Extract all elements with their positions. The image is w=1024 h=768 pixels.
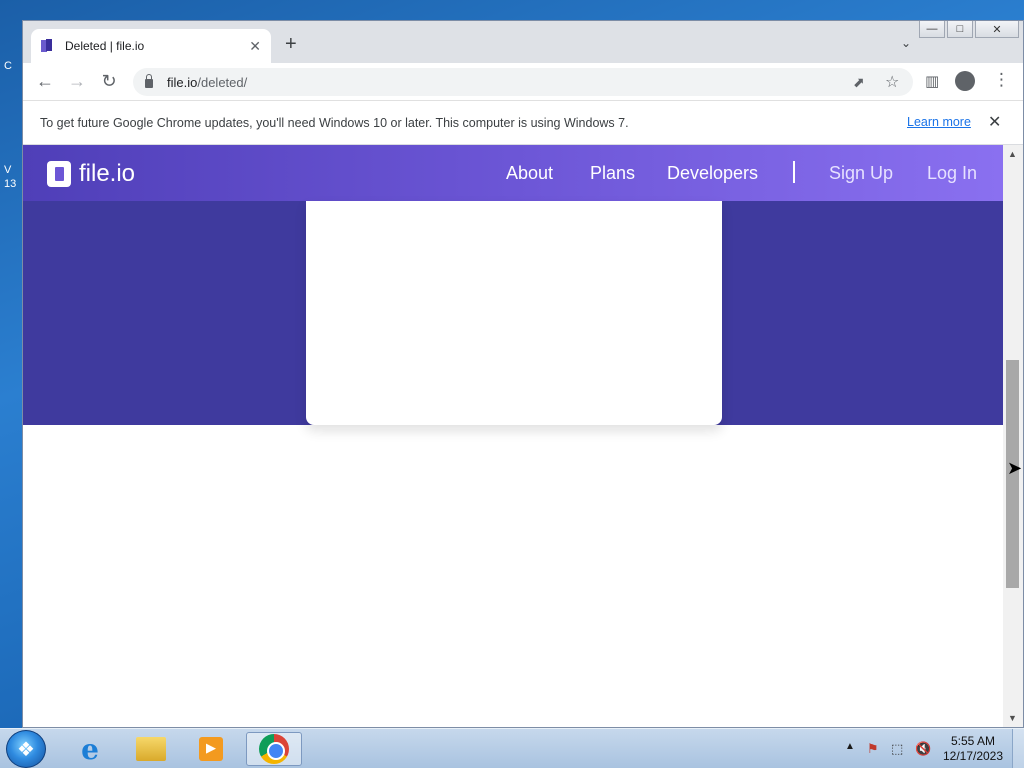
close-window-button[interactable]: ✕ (975, 21, 1019, 38)
clock-date: 12/17/2023 (942, 749, 1004, 763)
internet-explorer-icon: e (81, 732, 99, 766)
update-infobar: To get future Google Chrome updates, you… (23, 101, 1023, 145)
taskbar-file-explorer[interactable] (123, 732, 179, 766)
system-clock[interactable]: 5:55 AM 12/17/2023 (938, 734, 1008, 764)
share-icon[interactable]: ⬈ (853, 74, 865, 91)
bookmark-star-icon[interactable]: ☆ (885, 72, 899, 92)
site-header: file.io About Plans Developers Sign Up L… (23, 145, 1003, 201)
media-player-icon (199, 737, 223, 761)
clock-time: 5:55 AM (950, 734, 996, 748)
start-orb-icon[interactable] (6, 730, 46, 768)
content-card (306, 201, 722, 425)
show-hidden-icons-icon[interactable]: ▲ (845, 741, 855, 752)
browser-tab[interactable]: Deleted | file.io ✕ (31, 29, 271, 63)
forward-button[interactable]: → (65, 71, 89, 92)
nav-divider (793, 161, 795, 183)
show-desktop-button[interactable] (1012, 729, 1024, 768)
tab-title: Deleted | file.io (65, 39, 145, 53)
chrome-icon (259, 734, 289, 764)
nav-log-in[interactable]: Log In (927, 163, 977, 184)
page-viewport: file.io About Plans Developers Sign Up L… (23, 145, 1003, 727)
window-controls: — □ ✕ (919, 21, 1019, 38)
infobar-message: To get future Google Chrome updates, you… (40, 115, 629, 130)
tab-close-icon[interactable]: ✕ (249, 38, 261, 55)
action-center-flag-icon[interactable]: ⚑ (867, 741, 883, 756)
taskbar-chrome[interactable] (246, 732, 302, 766)
learn-more-link[interactable]: Learn more (907, 115, 971, 129)
taskbar-internet-explorer[interactable]: e (62, 732, 118, 766)
nav-developers[interactable]: Developers (667, 163, 758, 184)
chrome-menu-icon[interactable]: ⋮ (993, 70, 1010, 90)
mouse-cursor-icon: ➤ (1007, 458, 1023, 478)
tab-search-chevron-icon[interactable]: ⌄ (901, 36, 911, 50)
back-button[interactable]: ← (33, 71, 57, 92)
taskbar-media-player[interactable] (183, 732, 239, 766)
restore-button[interactable]: □ (947, 21, 973, 38)
lock-icon[interactable] (145, 74, 153, 88)
reload-button[interactable]: ↻ (97, 71, 121, 92)
file-io-favicon-icon (41, 39, 53, 53)
desktop-label: C (4, 60, 12, 72)
browser-toolbar: ← → ↻ file.io/deleted/ ⬈ ☆ ▥ ⋮ (23, 63, 1023, 101)
site-logo[interactable]: file.io (47, 160, 135, 188)
nav-sign-up[interactable]: Sign Up (829, 163, 893, 184)
nav-about[interactable]: About (506, 163, 553, 184)
url-text: file.io/deleted/ (167, 74, 248, 90)
nav-plans[interactable]: Plans (590, 163, 635, 184)
desktop-label: V (4, 164, 12, 176)
side-panel-icon[interactable]: ▥ (925, 72, 939, 90)
address-bar[interactable]: file.io/deleted/ ⬈ ☆ (133, 68, 913, 96)
new-tab-button[interactable]: + (285, 33, 297, 56)
profile-avatar-icon[interactable] (955, 71, 975, 91)
file-explorer-icon (136, 737, 166, 761)
scroll-down-arrow-icon[interactable]: ▼ (1008, 713, 1017, 723)
taskbar: e ▲ ⚑ ⬚ 🔇 5:55 AM 12/17/2023 (0, 728, 1024, 768)
network-icon[interactable]: ⬚ (891, 741, 907, 756)
minimize-button[interactable]: — (919, 21, 945, 38)
scroll-up-arrow-icon[interactable]: ▲ (1008, 149, 1017, 159)
chrome-window: — □ ✕ Deleted | file.io ✕ + ⌄ ← → ↻ file… (22, 20, 1024, 728)
infobar-close-icon[interactable]: ✕ (988, 112, 1001, 132)
title-bar: — □ ✕ Deleted | file.io ✕ + ⌄ (23, 21, 1023, 63)
logo-text: file.io (79, 160, 136, 187)
desktop-label: 13 (4, 178, 17, 190)
volume-muted-icon[interactable]: 🔇 (915, 741, 931, 756)
page-scrollbar[interactable]: ▲ ▼ (1003, 145, 1023, 727)
file-io-logo-icon (47, 161, 71, 187)
